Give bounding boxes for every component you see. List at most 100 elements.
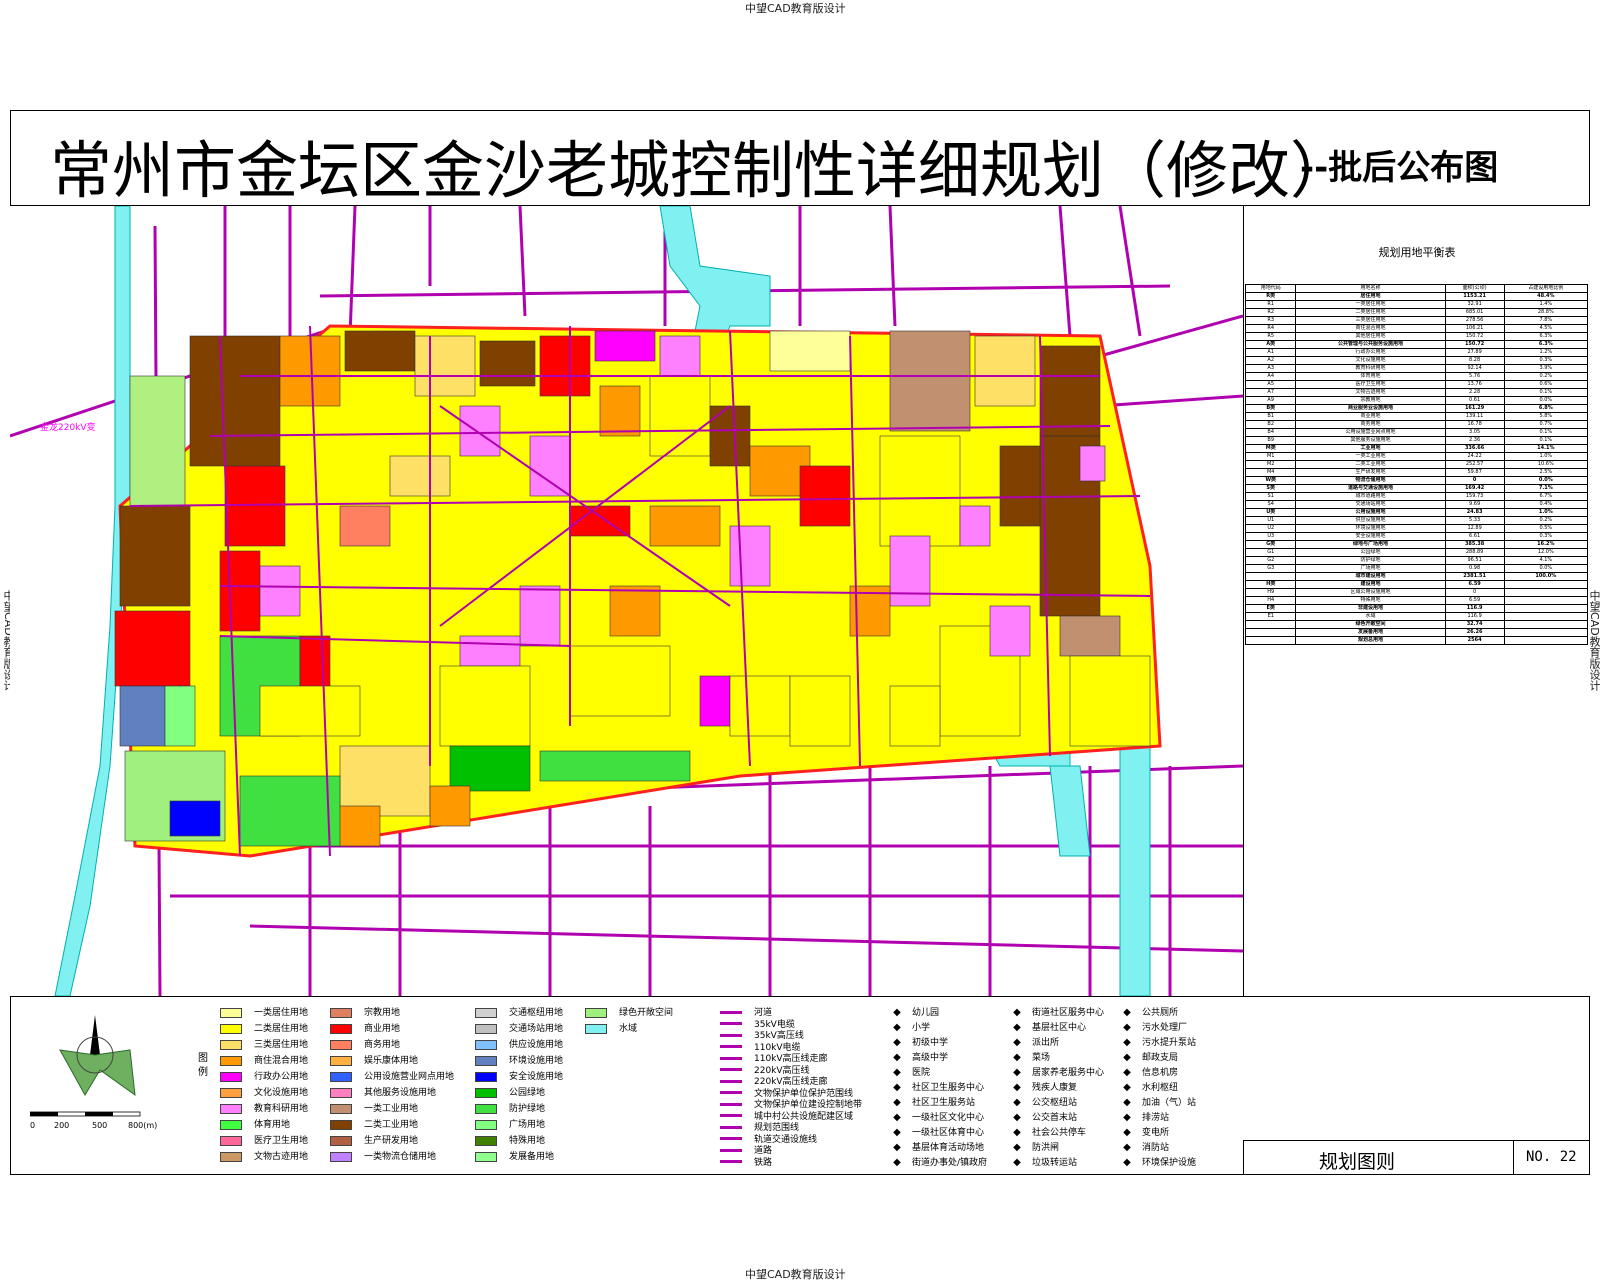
legend-item: 220kV高压线走廊 bbox=[720, 1074, 828, 1087]
legend-item: 文物古迹用地 bbox=[220, 1149, 308, 1162]
legend-swatch bbox=[330, 1055, 352, 1066]
legend-line-icon bbox=[720, 1033, 742, 1038]
legend-item: ◆ 残疾人康复 bbox=[1010, 1080, 1077, 1094]
legend-swatch bbox=[220, 1119, 242, 1130]
legend-label: 图例 bbox=[198, 1053, 208, 1078]
legend-item: ◆ 小学 bbox=[890, 1020, 930, 1034]
table-row: H类 建设用地 6.59 bbox=[1244, 580, 1589, 589]
legend-item: 二类居住用地 bbox=[220, 1021, 308, 1034]
land-use-map[interactable]: 金龙220kV变 bbox=[10, 206, 1243, 996]
legend-swatch bbox=[330, 1039, 352, 1050]
legend-item: ◆ 社会公共停车 bbox=[1010, 1125, 1086, 1139]
legend-swatch bbox=[330, 1119, 352, 1130]
legend-item: ◆ 消防站 bbox=[1120, 1140, 1169, 1154]
table-row: H4 特殊用地 6.59 bbox=[1244, 596, 1589, 605]
legend-item: ◆ 基层社区中心 bbox=[1010, 1020, 1086, 1034]
legend-swatch bbox=[585, 1007, 607, 1018]
legend-item: 环境设施用地 bbox=[475, 1053, 563, 1066]
svg-text:500: 500 bbox=[92, 1121, 107, 1130]
legend-swatch bbox=[585, 1023, 607, 1034]
legend-item: ◆ 污水处理厂 bbox=[1120, 1020, 1187, 1034]
table-row: R1 一类居住用地 32.91 1.4% bbox=[1244, 300, 1589, 309]
legend-item: 河道 bbox=[720, 1005, 772, 1018]
legend-swatch bbox=[475, 1071, 497, 1082]
sheet-number: NO. 22 bbox=[1526, 1149, 1577, 1165]
sheet-number-box: NO. 22 bbox=[1513, 1140, 1590, 1175]
table-row: M类 工业用地 336.66 14.1% bbox=[1244, 444, 1589, 453]
legend-item: 二类工业用地 bbox=[330, 1117, 418, 1130]
legend-item: ◆ 街道办事处/镇政府 bbox=[890, 1155, 987, 1169]
legend-swatch bbox=[220, 1007, 242, 1018]
facility-icon: ◆ bbox=[1013, 1096, 1021, 1108]
legend-item: ◆ 邮政支局 bbox=[1120, 1050, 1178, 1064]
legend-swatch bbox=[330, 1103, 352, 1114]
facility-icon: ◆ bbox=[1013, 1141, 1021, 1153]
table-row: 绿色开敞空间 32.74 bbox=[1244, 620, 1589, 629]
legend-swatch bbox=[475, 1007, 497, 1018]
table-row: M1 一类工业用地 24.22 1.0% bbox=[1244, 452, 1589, 461]
table-row: W类 物流仓储用地 0 0.0% bbox=[1244, 476, 1589, 485]
north-compass-icon bbox=[59, 1015, 136, 1097]
legend-item: 220kV高压线 bbox=[720, 1063, 810, 1076]
legend-item: 一类工业用地 bbox=[330, 1101, 418, 1114]
legend-item: 规划范围线 bbox=[720, 1120, 799, 1133]
legend-item: 35kV电缆 bbox=[720, 1017, 795, 1030]
table-row: A3 教育科研用地 92.14 3.9% bbox=[1244, 364, 1589, 373]
facility-icon: ◆ bbox=[893, 1006, 901, 1018]
legend-swatch bbox=[330, 1087, 352, 1098]
legend-item: 防护绿地 bbox=[475, 1101, 545, 1114]
legend-line-icon bbox=[720, 1045, 742, 1049]
legend-line-icon bbox=[720, 1125, 742, 1130]
table-row: R4 商住混合用地 106.21 4.5% bbox=[1244, 324, 1589, 333]
legend-item: 文物保护单位保护范围线 bbox=[720, 1086, 853, 1099]
table-row: 发展备用地 26.26 bbox=[1244, 628, 1589, 637]
facility-icon: ◆ bbox=[1123, 1066, 1131, 1078]
legend-line-icon bbox=[720, 1114, 742, 1118]
table-row: R2 二类居住用地 685.01 28.8% bbox=[1244, 308, 1589, 317]
legend-item: ◆ 高级中学 bbox=[890, 1050, 948, 1064]
table-row: R5 其他居住用地 150.72 6.3% bbox=[1244, 332, 1589, 341]
legend-item: 发展备用地 bbox=[475, 1149, 554, 1162]
legend-item: 安全设施用地 bbox=[475, 1069, 563, 1082]
legend-item: 娱乐康体用地 bbox=[330, 1053, 418, 1066]
legend-line-icon bbox=[720, 1079, 742, 1084]
facility-icon: ◆ bbox=[1123, 1096, 1131, 1108]
facility-icon: ◆ bbox=[893, 1156, 901, 1168]
legend-swatch bbox=[475, 1023, 497, 1034]
legend-swatch bbox=[220, 1039, 242, 1050]
facility-icon: ◆ bbox=[1123, 1006, 1131, 1018]
legend-swatch bbox=[475, 1039, 497, 1050]
legend-item: 公园绿地 bbox=[475, 1085, 545, 1098]
legend-item: ◆ 变电所 bbox=[1120, 1125, 1169, 1139]
legend-swatch bbox=[220, 1103, 242, 1114]
legend-line-icon bbox=[720, 1010, 742, 1015]
facility-icon: ◆ bbox=[1123, 1111, 1131, 1123]
table-row: B4 公用设施营业网点用地 3.05 0.1% bbox=[1244, 428, 1589, 437]
legend-item: 110kV电缆 bbox=[720, 1040, 801, 1053]
legend-item: ◆ 社区卫生服务中心 bbox=[890, 1080, 984, 1094]
legend-line-icon bbox=[720, 1148, 742, 1153]
facility-icon: ◆ bbox=[1123, 1021, 1131, 1033]
legend-line-icon bbox=[720, 1160, 742, 1164]
facility-icon: ◆ bbox=[1013, 1066, 1021, 1078]
legend-item: 商住混合用地 bbox=[220, 1053, 308, 1066]
legend-line-icon bbox=[720, 1022, 742, 1026]
table-row: R类 居住用地 1153.21 48.4% bbox=[1244, 292, 1589, 301]
legend-swatch bbox=[220, 1135, 242, 1146]
table-row: U类 公用设施用地 24.83 1.0% bbox=[1244, 508, 1589, 517]
facility-icon: ◆ bbox=[1013, 1036, 1021, 1048]
legend-item: 公用设施营业网点用地 bbox=[330, 1069, 454, 1082]
facility-icon: ◆ bbox=[1123, 1156, 1131, 1168]
table-row: A1 行政办公用地 27.89 1.2% bbox=[1244, 348, 1589, 357]
legend-swatch bbox=[220, 1055, 242, 1066]
legend-swatch bbox=[330, 1071, 352, 1082]
legend-item: ◆ 医院 bbox=[890, 1065, 930, 1079]
svg-text:0: 0 bbox=[30, 1121, 35, 1130]
legend-item: 水域 bbox=[585, 1021, 637, 1034]
legend-item: 城中村公共设施配建区域 bbox=[720, 1109, 853, 1122]
legend-item: ◆ 公共厕所 bbox=[1120, 1005, 1178, 1019]
facility-icon: ◆ bbox=[893, 1021, 901, 1033]
facility-icon: ◆ bbox=[893, 1111, 901, 1123]
watermark-top: 中望CAD教育版设计 bbox=[745, 2, 846, 15]
legend-swatch bbox=[475, 1055, 497, 1066]
